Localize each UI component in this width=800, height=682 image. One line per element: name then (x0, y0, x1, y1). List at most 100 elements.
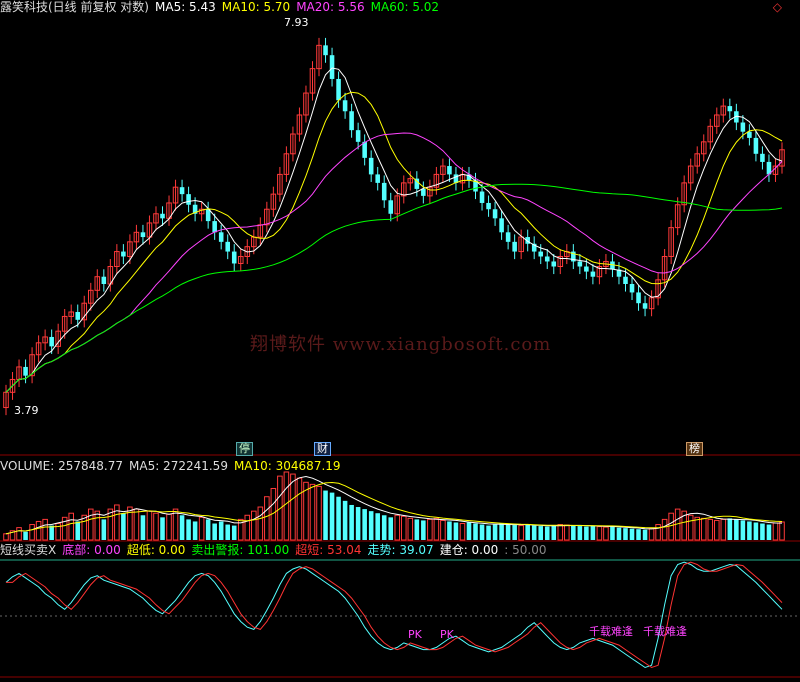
volume-bar (414, 519, 420, 540)
volume-bar (257, 506, 264, 541)
volume-bar (231, 525, 237, 540)
volume-bar (244, 514, 251, 541)
volume-bar (400, 515, 407, 541)
volume-bar (35, 520, 42, 541)
volume-bar (49, 525, 54, 540)
volume-bar (421, 520, 426, 540)
watermark: 翔博软件 www.xiangbosoft.com (250, 334, 552, 355)
cai-marker[interactable]: 财 (314, 442, 331, 456)
volume-bar (668, 512, 674, 541)
candle (492, 209, 498, 219)
volume-bar (453, 522, 459, 540)
indicator-name: 短线买卖X (0, 543, 57, 557)
volume-bar (388, 517, 394, 540)
candle (329, 55, 335, 79)
volume-bar (101, 519, 107, 540)
candle (323, 45, 328, 56)
volume-bar (694, 516, 701, 541)
volume-bar (362, 509, 367, 540)
candle (381, 182, 387, 201)
zoushi-readout: 走势: 39.07 (367, 543, 434, 557)
volume-bar (610, 526, 615, 540)
price-low-label: 3.79 (14, 404, 39, 417)
volume-bar (629, 528, 635, 540)
volume-bar (596, 526, 603, 541)
volume-bar (753, 522, 759, 540)
candle (218, 232, 224, 242)
candle (538, 251, 544, 257)
candle (727, 106, 733, 112)
pk-label-1: PK (408, 628, 422, 641)
volume-bar (720, 518, 727, 541)
volume-bar (473, 523, 478, 540)
candle (140, 232, 146, 238)
chaodi-readout: 超低: 0.00 (126, 543, 186, 557)
ting-marker[interactable]: 停 (236, 442, 253, 456)
volume-bar (68, 512, 74, 541)
volume-bar (499, 523, 504, 540)
volume-bar (492, 524, 498, 540)
volume-header: VOLUME: 257848.77 MA5: 272241.59 MA10: 304… (0, 459, 347, 473)
volume-bar (700, 517, 707, 541)
volume-bar (551, 525, 557, 540)
volume-bar (571, 525, 576, 540)
candle (231, 251, 237, 264)
volume-bar (433, 517, 440, 541)
volume-bar (661, 518, 668, 541)
volume-bar (381, 515, 387, 540)
volume-bar (505, 524, 511, 540)
volume-bar (740, 520, 746, 540)
volume-bar (329, 492, 335, 540)
volume-bar (29, 524, 35, 541)
indicator-header: 短线买卖X 底部: 0.00 超低: 0.00 卖出警报: 101.00 超短: 53.… (0, 543, 552, 557)
candle (747, 131, 752, 138)
volume-bar (734, 519, 739, 540)
volume-readout: VOLUME: 257848.77 (0, 459, 123, 473)
volume-bar (140, 515, 146, 540)
volume-bar (772, 522, 779, 541)
candle (349, 111, 354, 131)
volume-bar (296, 477, 303, 541)
candle (121, 251, 126, 257)
candle (101, 276, 107, 284)
volume-bar (407, 517, 414, 541)
volume-bar (218, 521, 224, 540)
volume-bar (23, 531, 28, 540)
candle (629, 283, 635, 293)
volume-bar (459, 523, 466, 541)
candle (212, 221, 217, 233)
volume-bar (336, 496, 341, 540)
volume-bar (623, 528, 628, 540)
price-high-label: 7.93 (284, 16, 309, 29)
candle (375, 174, 380, 183)
candle (179, 187, 185, 195)
candle (421, 188, 426, 196)
candle (479, 191, 485, 203)
candle (544, 256, 550, 262)
candle (740, 122, 746, 132)
volume-bar (427, 518, 433, 541)
volume-bar (42, 518, 48, 541)
volume-bar (486, 525, 491, 540)
qianzai-label-1: 千载难逢 (589, 625, 633, 638)
volume-bar (466, 522, 472, 540)
candle (512, 241, 517, 252)
candle (642, 303, 648, 309)
candle (388, 200, 394, 214)
candle (355, 130, 361, 142)
volume-bar (160, 517, 165, 540)
bang-marker[interactable]: 榜 (686, 442, 703, 456)
volume-bar (616, 527, 622, 540)
candle (160, 213, 165, 219)
volume-bar (590, 525, 596, 540)
volume-bar (525, 524, 530, 540)
volume-bar (512, 525, 517, 540)
volume-bar (447, 521, 452, 540)
volume-bar (133, 508, 140, 541)
jiancang-readout: 建仓: 0.00 (439, 543, 499, 557)
volume-bar (94, 510, 101, 541)
chaoduan-readout: 超短: 53.04 (295, 543, 362, 557)
candle (636, 292, 641, 304)
candle (551, 261, 557, 267)
candle (486, 202, 491, 210)
